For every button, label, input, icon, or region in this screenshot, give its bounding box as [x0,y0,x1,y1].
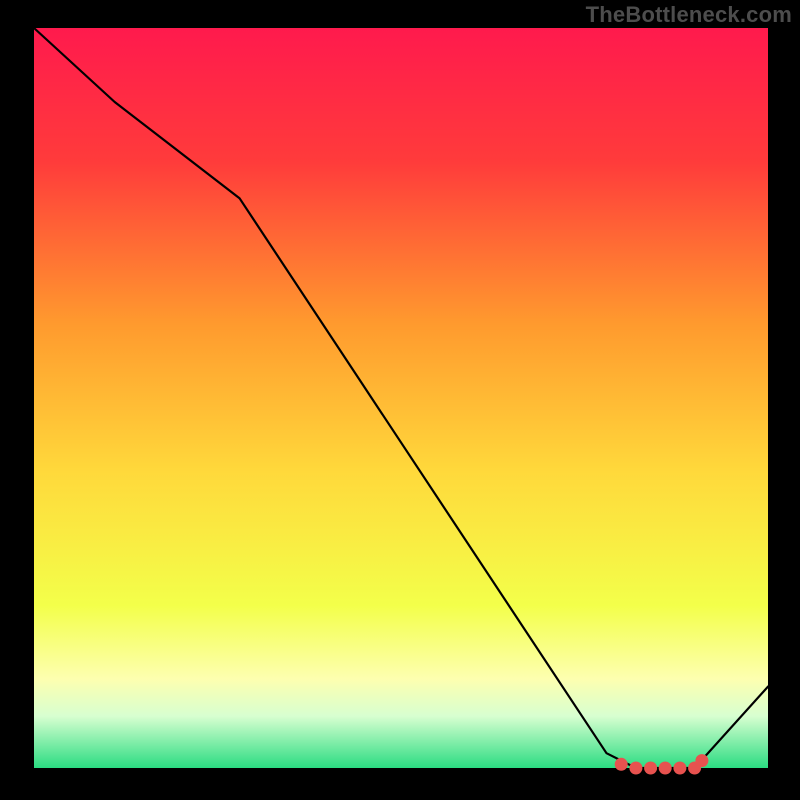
optimal-marker [659,762,672,775]
optimal-marker [695,754,708,767]
bottleneck-chart [0,0,800,800]
optimal-marker [629,762,642,775]
optimal-marker [644,762,657,775]
optimal-marker [673,762,686,775]
chart-frame: TheBottleneck.com [0,0,800,800]
optimal-marker [615,758,628,771]
gradient-background [34,28,768,768]
